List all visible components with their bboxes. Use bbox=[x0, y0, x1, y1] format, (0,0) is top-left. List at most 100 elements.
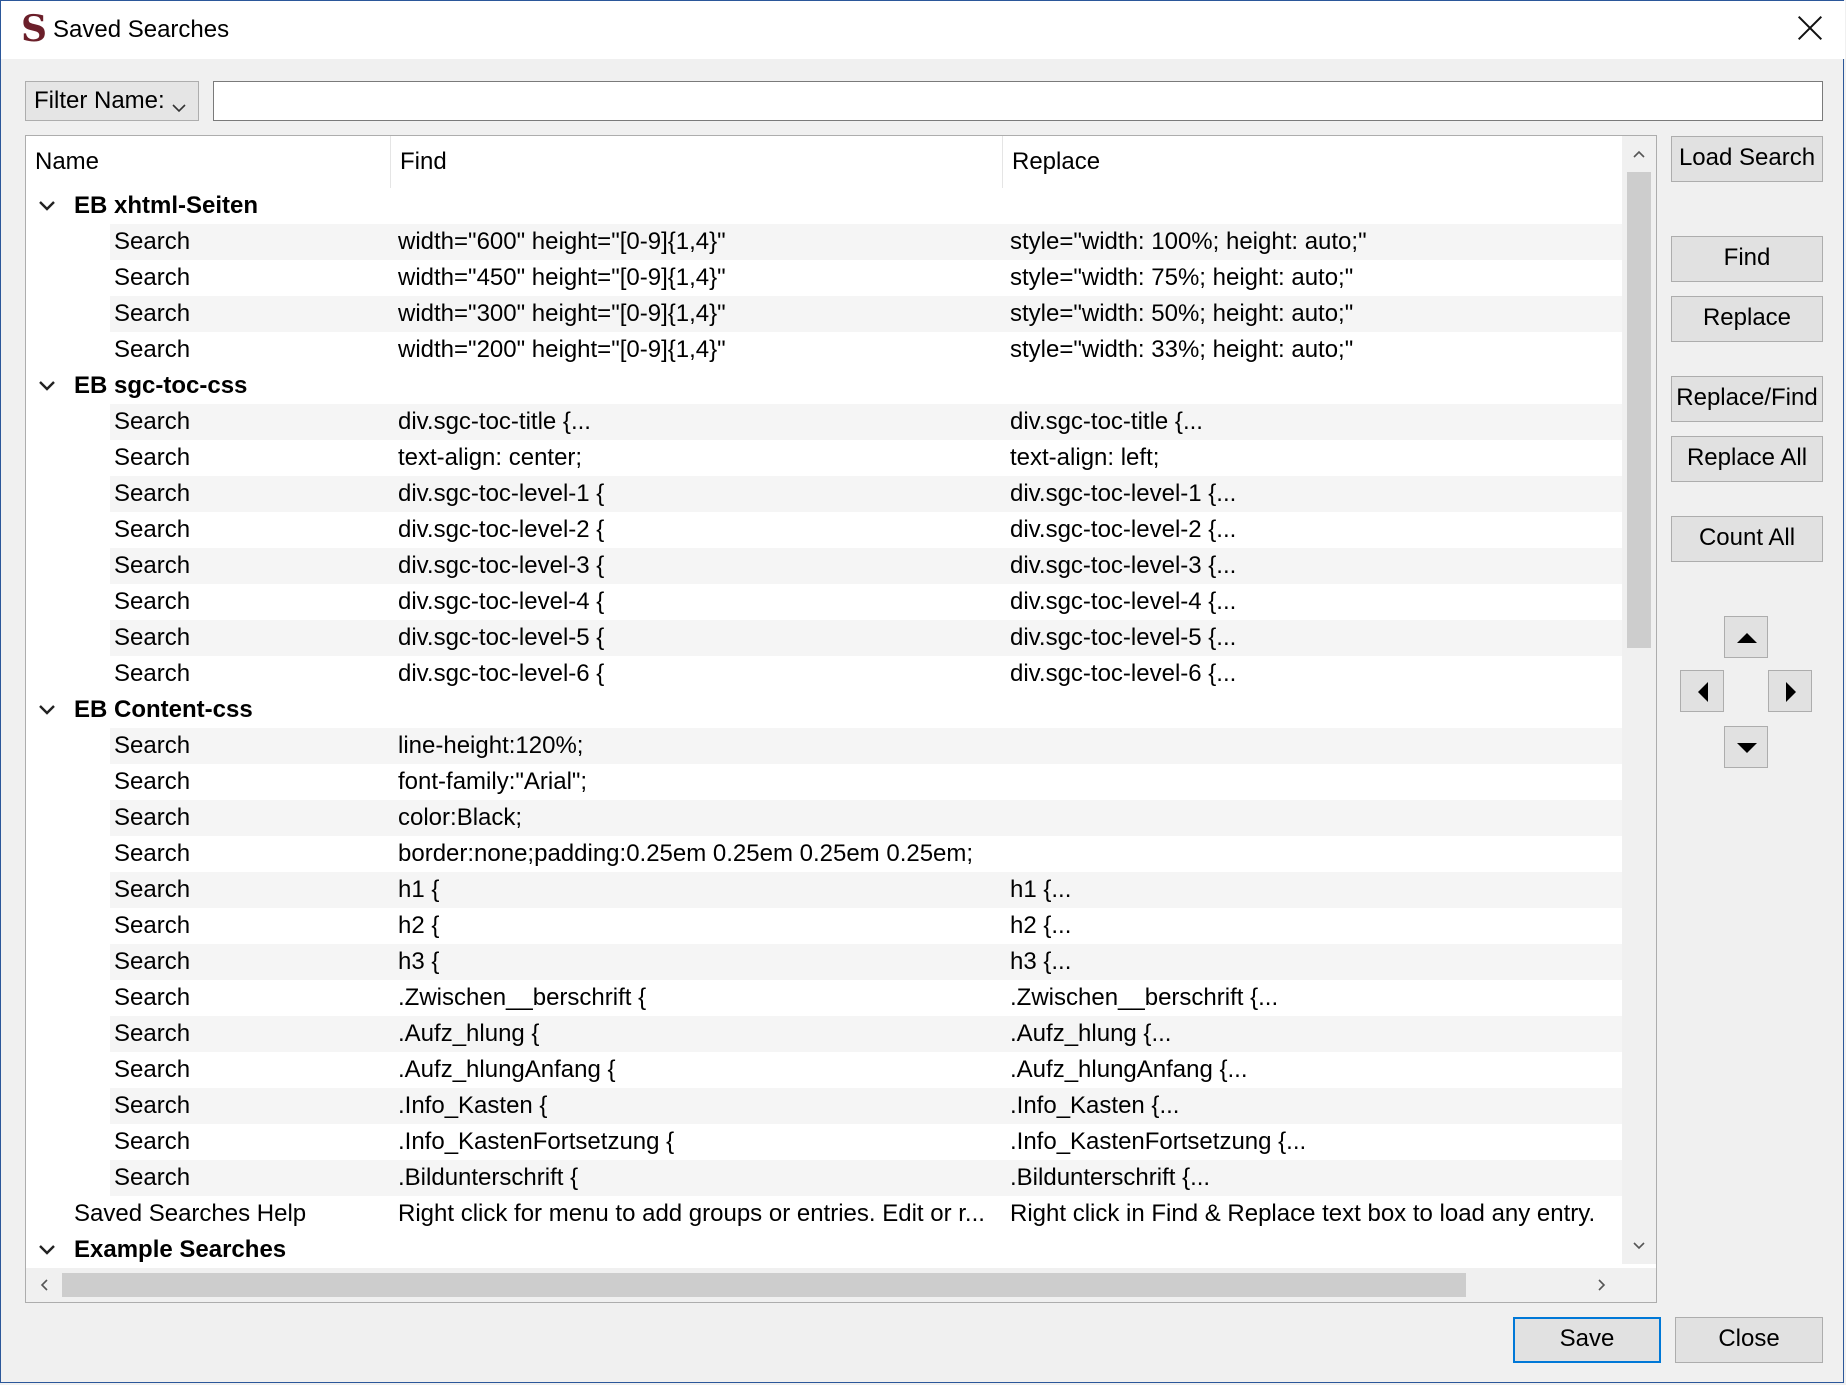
tree-row[interactable]: Search div.sgc-toc-title {... div.sgc-toc-… bbox=[26, 404, 1622, 440]
saved-searches-tree[interactable]: Name Find Replace EB xhtml-Seiten Search w… bbox=[25, 135, 1657, 1303]
load-search-button[interactable]: Load Search bbox=[1671, 136, 1823, 182]
tree-row[interactable]: Search h3 {h3 {... bbox=[26, 944, 1622, 980]
tree-group-row[interactable]: EB Content-css bbox=[26, 692, 1622, 728]
tree-row[interactable]: Search div.sgc-toc-level-5 {div.sgc-toc-l… bbox=[26, 620, 1622, 656]
cell-find: div.sgc-toc-level-3 { bbox=[398, 552, 605, 579]
scroll-down-icon[interactable] bbox=[1631, 1238, 1647, 1254]
move-down-button[interactable] bbox=[1724, 726, 1768, 768]
tree-row[interactable]: Search div.sgc-toc-level-2 {div.sgc-toc-l… bbox=[26, 512, 1622, 548]
tree-row[interactable]: Search .Info_KastenFortsetzung {.Info_Kas… bbox=[26, 1124, 1622, 1160]
column-header-find[interactable]: Find bbox=[390, 136, 1002, 188]
count-all-button[interactable]: Count All bbox=[1671, 516, 1823, 562]
replace-find-button[interactable]: Replace/Find bbox=[1671, 376, 1823, 422]
cell-replace: .Zwischen__berschrift {... bbox=[1010, 984, 1279, 1011]
tree-row[interactable]: Search border:none;padding:0.25em 0.25em … bbox=[26, 836, 1622, 872]
chevron-down-icon[interactable] bbox=[36, 188, 60, 224]
move-up-button[interactable] bbox=[1724, 616, 1768, 658]
cell-name: Saved Searches Help bbox=[74, 1200, 307, 1227]
cell-find: div.sgc-toc-level-4 { bbox=[398, 588, 605, 615]
replace-all-button[interactable]: Replace All bbox=[1671, 436, 1823, 482]
tree-group-row[interactable]: EB xhtml-Seiten bbox=[26, 188, 1622, 224]
cell-replace bbox=[1010, 692, 1622, 728]
chevron-down-icon[interactable] bbox=[36, 1232, 60, 1268]
cell-find bbox=[398, 692, 1002, 728]
cell-replace: div.sgc-toc-level-1 {... bbox=[1010, 480, 1237, 507]
cell-replace: h1 {... bbox=[1010, 876, 1072, 903]
cell-find: width="450" height="[0-9]{1,4}" bbox=[398, 264, 726, 291]
cell-replace: style="width: 100%; height: auto;" bbox=[1010, 228, 1367, 255]
cell-replace bbox=[1010, 836, 1622, 872]
move-left-button[interactable] bbox=[1680, 670, 1724, 712]
cell-replace: div.sgc-toc-level-2 {... bbox=[1010, 516, 1237, 543]
tree-row[interactable]: Search width="200" height="[0-9]{1,4}" sty… bbox=[26, 332, 1622, 368]
tree-row[interactable]: Search .Info_Kasten {.Info_Kasten {... bbox=[26, 1088, 1622, 1124]
tree-row[interactable]: Search .Zwischen__berschrift {.Zwischen__… bbox=[26, 980, 1622, 1016]
cell-name: EB sgc-toc-css bbox=[74, 372, 248, 399]
cell-find: .Info_KastenFortsetzung { bbox=[398, 1128, 675, 1155]
filter-name-input[interactable] bbox=[213, 81, 1823, 121]
tree-row[interactable]: Search .Bildunterschrift {.Bildunterschri… bbox=[26, 1160, 1622, 1196]
tree-row[interactable]: Search .Aufz_hlungAnfang {.Aufz_hlungAnfa… bbox=[26, 1052, 1622, 1088]
tree-row[interactable]: Search line-height:120%; bbox=[26, 728, 1622, 764]
cell-find: width="200" height="[0-9]{1,4}" bbox=[398, 336, 726, 363]
cell-find: Right click for menu to add groups or en… bbox=[398, 1200, 985, 1227]
cell-find: font-family:"Arial"; bbox=[398, 768, 588, 795]
cell-name: Search bbox=[114, 804, 191, 831]
cell-find: text-align: center; bbox=[398, 444, 583, 471]
scroll-left-icon[interactable] bbox=[36, 1277, 52, 1293]
close-button[interactable]: Close bbox=[1675, 1317, 1823, 1363]
cell-find: div.sgc-toc-title {... bbox=[398, 408, 591, 435]
tree-row[interactable]: Search div.sgc-toc-level-1 {div.sgc-toc-l… bbox=[26, 476, 1622, 512]
tree-row[interactable]: Search width="300" height="[0-9]{1,4}" sty… bbox=[26, 296, 1622, 332]
cell-replace bbox=[1010, 800, 1622, 836]
scroll-right-icon[interactable] bbox=[1594, 1277, 1610, 1293]
save-button[interactable]: Save bbox=[1513, 1317, 1661, 1363]
tree-row[interactable]: Search text-align: center; text-align: lef… bbox=[26, 440, 1622, 476]
scroll-up-icon[interactable] bbox=[1631, 146, 1647, 162]
tree-row[interactable]: Search div.sgc-toc-level-6 {div.sgc-toc-l… bbox=[26, 656, 1622, 692]
tree-row[interactable]: Saved Searches Help Right click for menu … bbox=[26, 1196, 1622, 1232]
tree-row[interactable]: Search h2 {h2 {... bbox=[26, 908, 1622, 944]
tree-row[interactable]: Search font-family:"Arial"; bbox=[26, 764, 1622, 800]
column-header-name[interactable]: Name bbox=[26, 136, 390, 188]
cell-replace: h2 {... bbox=[1010, 912, 1072, 939]
cell-find: color:Black; bbox=[398, 804, 523, 831]
vertical-scrollbar[interactable] bbox=[1622, 136, 1656, 1264]
chevron-down-icon[interactable] bbox=[36, 692, 60, 728]
cell-name: Search bbox=[114, 516, 191, 543]
tree-group-row[interactable]: Example Searches bbox=[26, 1232, 1622, 1268]
triangle-up-icon bbox=[1737, 633, 1757, 643]
cell-find bbox=[398, 368, 1002, 404]
cell-replace: .Aufz_hlungAnfang {... bbox=[1010, 1056, 1248, 1083]
column-header-replace[interactable]: Replace bbox=[1002, 136, 1622, 188]
tree-row[interactable]: Search h1 {h1 {... bbox=[26, 872, 1622, 908]
cell-find: .Aufz_hlungAnfang { bbox=[398, 1056, 616, 1083]
cell-find: div.sgc-toc-level-5 { bbox=[398, 624, 605, 651]
chevron-down-icon[interactable] bbox=[36, 368, 60, 404]
tree-row[interactable]: Search div.sgc-toc-level-3 {div.sgc-toc-l… bbox=[26, 548, 1622, 584]
move-right-button[interactable] bbox=[1768, 670, 1812, 712]
tree-row[interactable]: Search width="450" height="[0-9]{1,4}" sty… bbox=[26, 260, 1622, 296]
cell-find: .Info_Kasten { bbox=[398, 1092, 548, 1119]
tree-row[interactable]: Search color:Black; bbox=[26, 800, 1622, 836]
tree-row[interactable]: Search width="600" height="[0-9]{1,4}" sty… bbox=[26, 224, 1622, 260]
close-icon[interactable] bbox=[1793, 11, 1827, 45]
cell-name: Search bbox=[114, 732, 191, 759]
cell-name: Search bbox=[114, 228, 191, 255]
find-button[interactable]: Find bbox=[1671, 236, 1823, 282]
replace-button[interactable]: Replace bbox=[1671, 296, 1823, 342]
cell-replace bbox=[1010, 728, 1622, 764]
horizontal-scrollbar[interactable] bbox=[26, 1268, 1622, 1302]
tree-row[interactable]: Search div.sgc-toc-level-4 {div.sgc-toc-l… bbox=[26, 584, 1622, 620]
tree-group-row[interactable]: EB sgc-toc-css bbox=[26, 368, 1622, 404]
filter-type-dropdown[interactable]: Filter Name: bbox=[25, 81, 199, 121]
tree-row[interactable]: Search .Aufz_hlung {.Aufz_hlung {... bbox=[26, 1016, 1622, 1052]
cell-name: Search bbox=[114, 660, 191, 687]
cell-name: Search bbox=[114, 768, 191, 795]
cell-find: div.sgc-toc-level-1 { bbox=[398, 480, 605, 507]
cell-find: h2 { bbox=[398, 912, 440, 939]
cell-name: Search bbox=[114, 408, 191, 435]
horizontal-scroll-thumb[interactable] bbox=[62, 1273, 1466, 1297]
cell-name: EB xhtml-Seiten bbox=[74, 192, 259, 219]
vertical-scroll-thumb[interactable] bbox=[1627, 172, 1651, 648]
